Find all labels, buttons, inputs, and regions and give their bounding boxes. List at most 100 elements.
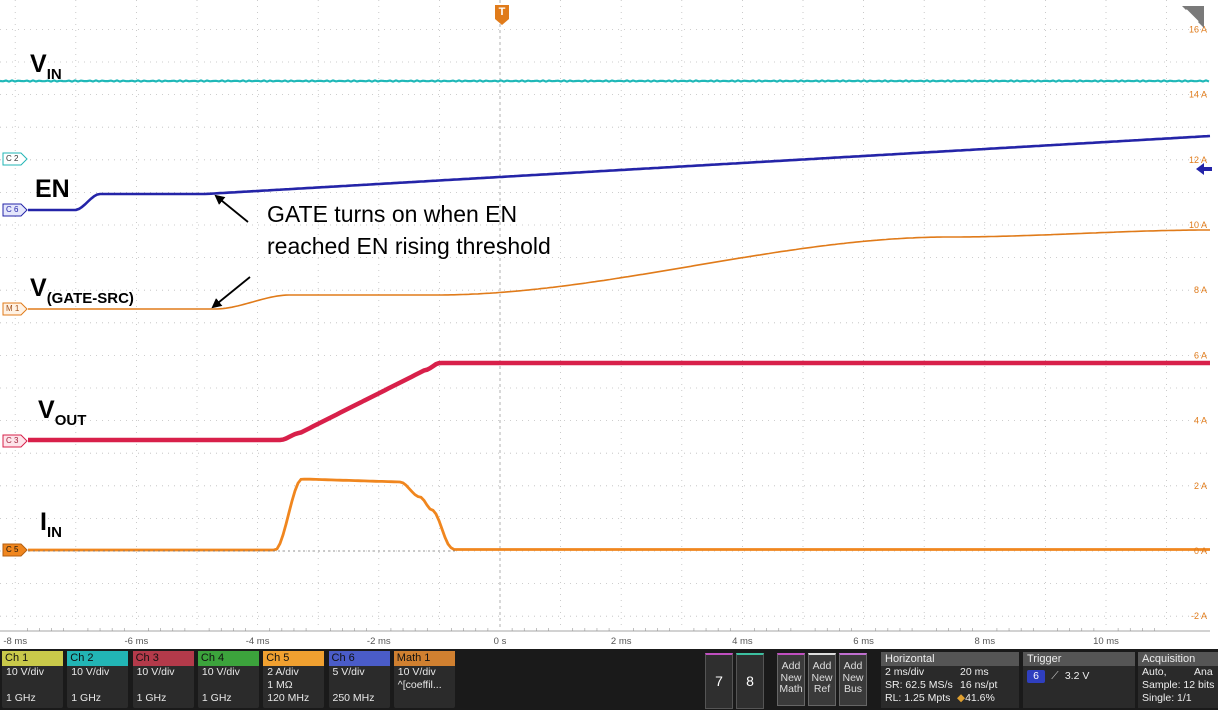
trace-label-iin-sub: IN — [46, 524, 62, 541]
acquisition-row-3: Single: 1/1 — [1142, 692, 1192, 704]
time-tick-label: 10 ms — [1093, 636, 1119, 647]
channel-badge-ch-6[interactable]: Ch 65 V/div 250 MHz — [328, 651, 390, 708]
channel-badge-title: Ch 4 — [197, 651, 259, 666]
channel-badge-row: 1 MΩ — [267, 679, 293, 691]
en-threshold-arrow — [214, 194, 249, 223]
channel-badge-row: 250 MHz — [332, 692, 375, 704]
time-tick-label: -4 ms — [246, 636, 270, 647]
channel-badge-ch-2[interactable]: Ch 2 10 V/div 1 GHz — [67, 651, 129, 708]
channel-marker-m1-label: M 1 — [6, 304, 20, 313]
horizontal-row-3: RL: 1.25 Mpts ◆41.6% — [881, 692, 1019, 705]
trace-label-vgate: V(GATE-SRC) — [30, 274, 134, 307]
channel-badge-ch-5[interactable]: Ch 52 A/div 1 MΩ 120 MHz — [263, 651, 325, 708]
channel-badge-row: 2 A/div — [267, 666, 299, 678]
add-new-bus-button[interactable]: Add New Bus — [839, 653, 867, 706]
trigger-position-marker[interactable]: T — [495, 5, 509, 25]
add-new-ref-button[interactable]: Add New Ref — [808, 653, 836, 706]
vout-trace — [28, 360, 1210, 443]
status-bar: Ch 1 10 V/div 1 GHz Ch 2 10 V/div 1 GHz Ch 3… — [0, 649, 1218, 710]
position-icon: ◆ — [957, 692, 966, 704]
time-axis-labels: -8 ms -6 ms -4 ms -2 ms 0 s 2 ms 4 ms 6 ms 8 ms 1… — [3, 636, 1119, 647]
time-tick-label: -2 ms — [367, 636, 391, 647]
horizontal-title: Horizontal — [881, 652, 1019, 666]
channel-badge-title: Ch 6 — [328, 651, 390, 666]
time-tick-label: -6 ms — [125, 636, 149, 647]
rising-edge-icon: ⟋ — [1051, 670, 1059, 682]
time-tick-label: 6 ms — [853, 636, 874, 647]
time-tick-label: 2 ms — [611, 636, 632, 647]
horizontal-row-2: SR: 62.5 MS/s 16 ns/pt — [881, 679, 1019, 692]
right-scale-label: -2 A — [1191, 611, 1207, 621]
horizontal-panel[interactable]: Horizontal 2 ms/div 20 ms SR: 62.5 MS/s 16… — [881, 652, 1019, 708]
channel-marker-c5[interactable]: C 5 — [2, 543, 28, 562]
channel-badge-row: 1 GHz — [71, 692, 102, 704]
acquisition-mode-extra: Ana — [1194, 666, 1213, 678]
trigger-title: Trigger — [1023, 652, 1135, 666]
acquisition-panel[interactable]: Acquisition Auto, Ana Sample: 12 bits Sin… — [1138, 652, 1218, 708]
right-scale-labels: 16 A14 A12 A10 A8 A6 A4 A2 A0 A-2 A — [1189, 24, 1207, 621]
right-scale-label: 8 A — [1194, 285, 1207, 295]
channel-badge-row — [67, 679, 128, 692]
channel-marker-c3-label: C 3 — [6, 436, 19, 445]
channel-badge-row: 10 V/div — [136, 666, 175, 678]
time-tick-label: 0 s — [494, 636, 507, 647]
channel-badge-row: 1 GHz — [201, 692, 232, 704]
trigger-panel[interactable]: Trigger 6 ⟋ 3.2 V — [1023, 652, 1135, 708]
add-new-math-button[interactable]: Add New Math — [777, 653, 805, 706]
trace-label-vout-sub: OUT — [54, 412, 87, 429]
channel-marker-c3[interactable]: C 3 — [2, 434, 28, 453]
channel-marker-c6-label: C 6 — [6, 205, 19, 214]
channel-badge-row — [133, 679, 194, 692]
horizontal-duration: 20 ms — [960, 666, 989, 678]
right-scale-label: 4 A — [1194, 416, 1207, 426]
trigger-marker-label: T — [498, 6, 506, 18]
channel-badge-title: Math 1 — [393, 651, 455, 666]
channel-8-button[interactable]: 8 — [736, 653, 764, 709]
channel-badge-row — [2, 679, 63, 692]
waveform-plot: -8 ms -6 ms -4 ms -2 ms 0 s 2 ms 4 ms 6 ms 8 ms 1… — [0, 0, 1211, 647]
channel-marker-m1[interactable]: M 1 — [2, 302, 28, 321]
annotation-arrows — [211, 194, 251, 309]
channel-badge-title: Ch 1 — [2, 651, 63, 666]
horizontal-sample-rate: SR: 62.5 MS/s — [885, 679, 953, 691]
channel-marker-c6[interactable]: C 6 — [2, 203, 28, 222]
channel-marker-c5-label: C 5 — [6, 545, 19, 554]
channel-badge-row: 1 GHz — [6, 692, 36, 704]
trigger-level-arrow-icon[interactable] — [1196, 161, 1212, 177]
channel-badge-row: 10 V/div — [201, 666, 240, 678]
en-trace — [28, 134, 1211, 212]
horizontal-scale: 2 ms/div — [885, 666, 925, 678]
trigger-row: 6 ⟋ 3.2 V — [1023, 666, 1135, 683]
trigger-source-badge: 6 — [1027, 670, 1045, 683]
acquisition-row-1: Auto, Ana — [1138, 666, 1218, 679]
channel-badge-row: 1 GHz — [136, 692, 167, 704]
channel-badge-title: Ch 2 — [67, 651, 129, 666]
right-scale-label: 0 A — [1194, 546, 1207, 556]
acquisition-row-2: Sample: 12 bits — [1142, 679, 1215, 691]
trace-label-vgate-main: V — [30, 274, 47, 302]
zoom-corner-icon[interactable] — [1180, 4, 1206, 30]
channel-badge-ch-1[interactable]: Ch 1 10 V/div 1 GHz — [2, 651, 63, 708]
channel-badge-row — [394, 692, 455, 705]
channel-badge-math-1[interactable]: Math 1 10 V/div ^[coeffil... — [393, 651, 455, 708]
channel-badge-ch-3[interactable]: Ch 3 10 V/div 1 GHz — [132, 651, 194, 708]
channel-badge-title: Ch 3 — [132, 651, 194, 666]
right-scale-label: 2 A — [1194, 481, 1207, 491]
trace-label-vout-main: V — [38, 396, 55, 424]
trace-label-iin-main: I — [40, 508, 47, 536]
channel-badge-row: ^[coeffil... — [397, 679, 442, 691]
channel-badge-row: 5 V/div — [332, 666, 365, 678]
trace-label-vgate-sub: (GATE-SRC) — [46, 290, 134, 307]
acquisition-title: Acquisition — [1138, 652, 1218, 666]
iin-trace — [28, 477, 1210, 552]
add-bus-line-3: Bus — [843, 683, 863, 695]
channel-badge-row: 10 V/div — [71, 666, 110, 678]
trace-label-en-main: EN — [35, 175, 70, 203]
channel-badge-ch-4[interactable]: Ch 4 10 V/div 1 GHz — [197, 651, 259, 708]
acquisition-mode: Auto, — [1142, 666, 1167, 678]
channel-7-button[interactable]: 7 — [705, 653, 733, 709]
trace-label-vin-main: V — [30, 50, 47, 78]
channel-marker-c2[interactable]: C 2 — [2, 152, 28, 171]
vgate-trace — [28, 229, 1210, 310]
add-math-line-1: Add — [781, 660, 801, 672]
